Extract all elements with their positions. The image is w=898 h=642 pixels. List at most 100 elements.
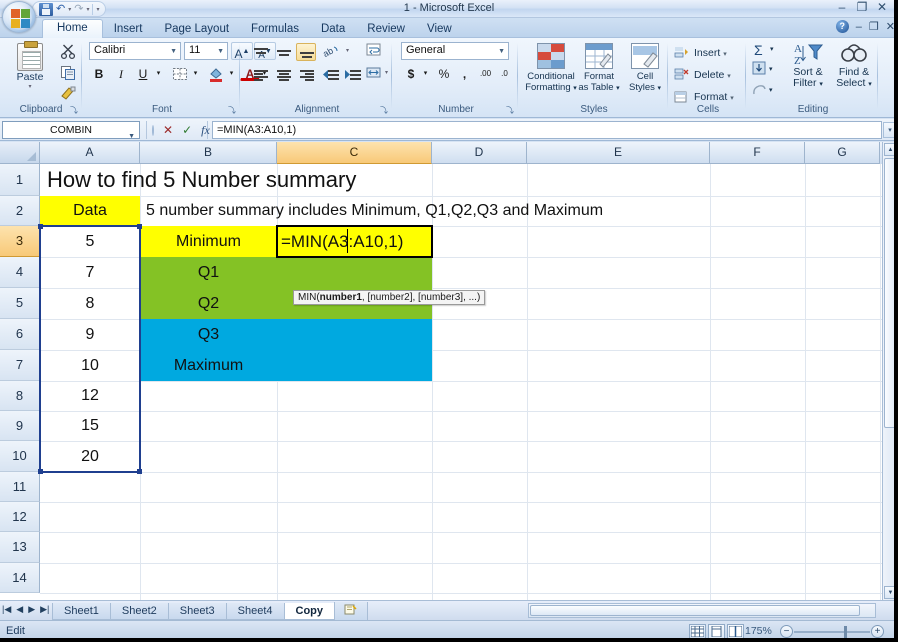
number-format-select[interactable]: General ▼ [401, 42, 509, 60]
zoom-in-button[interactable]: + [871, 625, 884, 638]
copy-icon[interactable] [60, 64, 77, 81]
c6-fill[interactable] [277, 319, 432, 350]
font-name-caret-icon[interactable]: ▼ [170, 48, 177, 55]
row-header-8[interactable]: 8 [0, 381, 40, 411]
font-size-caret-icon[interactable]: ▼ [217, 48, 224, 55]
zoom-handle[interactable] [844, 626, 847, 638]
cell-area[interactable]: How to find 5 Number summary Data 5 number… [38, 164, 898, 600]
ribbon-tab-insert[interactable]: Insert [103, 21, 154, 38]
align-right-icon[interactable] [296, 65, 316, 83]
column-header-E[interactable]: E [527, 142, 710, 164]
top-align-icon[interactable] [250, 43, 270, 61]
increase-indent-icon[interactable] [343, 65, 363, 83]
cell-B7[interactable]: Maximum [140, 350, 277, 381]
doc-minimize-button[interactable]: – [856, 21, 862, 33]
insert-cells-button[interactable]: Insert ▾ [674, 43, 727, 63]
row-header-9[interactable]: 9 [0, 411, 40, 441]
clipboard-dialog-launcher[interactable]: ⤵ [70, 105, 79, 115]
wrap-text-icon[interactable] [364, 41, 384, 59]
italic-button[interactable]: I [111, 64, 131, 83]
zoom-track[interactable] [794, 631, 870, 633]
clear-caret-icon[interactable]: ▾ [769, 86, 773, 94]
prev-sheet-button[interactable]: ◀ [16, 604, 23, 615]
cut-icon[interactable] [60, 43, 77, 60]
currency-caret-icon[interactable]: ▾ [420, 64, 431, 83]
name-box[interactable]: COMBIN ▼ [2, 121, 140, 140]
column-header-D[interactable]: D [432, 142, 527, 164]
row-header-6[interactable]: 6 [0, 319, 40, 350]
sheet-tab-sheet2[interactable]: Sheet2 [109, 602, 169, 620]
borders-icon[interactable] [169, 64, 191, 83]
insert-caret-icon[interactable]: ▾ [723, 51, 727, 58]
sheet-tab-sheet3[interactable]: Sheet3 [167, 602, 227, 620]
number-dialog-launcher[interactable]: ⤵ [506, 105, 515, 115]
row-header-1[interactable]: 1 [0, 164, 40, 196]
cell-C3-editor[interactable]: =MIN(A3:A10,1) [276, 225, 433, 258]
bold-button[interactable]: B [89, 64, 109, 83]
cell-A5[interactable]: 8 [40, 288, 140, 319]
row-header-4[interactable]: 4 [0, 257, 40, 288]
formula-input[interactable]: =MIN(A3:A10,1) [212, 121, 882, 139]
merge-center-icon[interactable] [364, 64, 384, 82]
merge-caret-icon[interactable]: ▾ [385, 69, 388, 76]
format-caret-icon[interactable]: ▾ [730, 95, 734, 102]
cell-A3[interactable]: 5 [40, 226, 140, 257]
c4-fill[interactable] [277, 257, 432, 288]
new-sheet-icon[interactable] [334, 601, 368, 621]
orientation-caret-icon[interactable]: ▾ [346, 47, 349, 54]
percent-button[interactable]: % [434, 64, 454, 83]
ribbon-tab-formulas[interactable]: Formulas [240, 21, 310, 38]
column-header-G[interactable]: G [805, 142, 880, 164]
cell-B6[interactable]: Q3 [140, 319, 277, 350]
select-all-corner[interactable] [0, 142, 40, 164]
cell-A9[interactable]: 15 [40, 411, 140, 441]
format-painter-icon[interactable] [60, 85, 77, 102]
paste-caret-icon[interactable]: ▾ [8, 83, 52, 90]
align-left-icon[interactable] [250, 65, 270, 83]
zoom-slider[interactable]: − + [780, 625, 884, 639]
clear-icon[interactable] [752, 83, 767, 100]
doc-restore-button[interactable]: ❐ [869, 20, 879, 33]
row-header-5[interactable]: 5 [0, 288, 40, 319]
fill-color-icon[interactable] [205, 64, 227, 83]
font-dialog-launcher[interactable]: ⤵ [228, 105, 237, 115]
normal-view-icon[interactable] [689, 624, 706, 639]
fill-icon[interactable] [752, 61, 767, 78]
paste-button[interactable]: Paste ▾ [8, 41, 52, 90]
first-sheet-button[interactable]: |◀ [2, 604, 11, 615]
column-header-B[interactable]: B [140, 142, 277, 164]
autosum-caret-icon[interactable]: ▾ [770, 45, 774, 53]
last-sheet-button[interactable]: ▶| [40, 604, 49, 615]
sort-filter-button[interactable]: A Z Sort & Filter ▾ [786, 41, 830, 90]
cell-A4[interactable]: 7 [40, 257, 140, 288]
decrease-indent-icon[interactable] [321, 65, 341, 83]
currency-button[interactable]: $ [401, 64, 421, 83]
spreadsheet-grid[interactable]: ABCDEFG 1 2 3 4 5 6 7 8 9 10 11 12 13 14 How to find … [0, 142, 898, 600]
cell-A10[interactable]: 20 [40, 441, 140, 472]
next-sheet-button[interactable]: ▶ [28, 604, 35, 615]
row-header-2[interactable]: 2 [0, 196, 40, 226]
fill-color-caret-icon[interactable]: ▾ [226, 64, 237, 83]
number-format-caret-icon[interactable]: ▼ [498, 48, 505, 55]
cancel-formula-button[interactable]: ✕ [163, 123, 173, 137]
autosum-icon[interactable]: Σ [754, 42, 763, 58]
font-name-input[interactable]: Calibri ▼ [89, 42, 181, 60]
horizontal-scroll-thumb[interactable] [530, 605, 860, 616]
row-header-3[interactable]: 3 [0, 226, 40, 257]
cell-A2[interactable]: Data [40, 196, 140, 226]
ribbon-tab-page-layout[interactable]: Page Layout [153, 21, 240, 38]
insert-function-button[interactable]: fx [201, 123, 210, 138]
help-icon[interactable]: ? [835, 20, 849, 33]
view-buttons[interactable] [689, 624, 744, 639]
align-center-icon[interactable] [273, 65, 293, 83]
horizontal-scrollbar[interactable] [528, 603, 876, 618]
ribbon-tab-home[interactable]: Home [42, 19, 103, 38]
cell-A1[interactable]: How to find 5 Number summary [44, 164, 464, 196]
c7-fill[interactable] [277, 350, 432, 381]
cell-B3[interactable]: Minimum [140, 226, 277, 257]
column-header-F[interactable]: F [710, 142, 805, 164]
cell-styles-button[interactable]: Cell Styles ▾ [616, 41, 674, 94]
underline-button[interactable]: U [133, 64, 153, 83]
tooltip-arg-active[interactable]: number1 [320, 292, 362, 303]
column-header-A[interactable]: A [40, 142, 140, 164]
